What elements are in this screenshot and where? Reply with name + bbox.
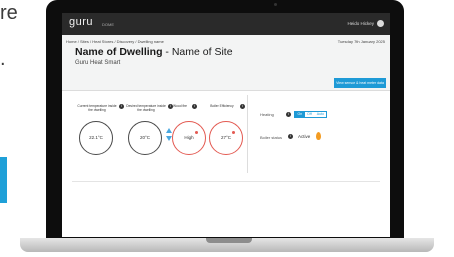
flame-icon	[316, 132, 321, 140]
boiler-efficiency-dial: 27°C	[209, 121, 243, 155]
heating-option-off[interactable]: Off	[305, 112, 315, 117]
partial-heading-punctuation: .	[0, 48, 6, 70]
wood-fire-dial: High	[172, 121, 206, 155]
boiler-status-value: Active	[298, 134, 311, 139]
info-icon[interactable]: i	[119, 104, 124, 109]
wood-fire-value: High	[184, 135, 194, 140]
info-icon[interactable]: i	[192, 104, 197, 109]
info-icon[interactable]: i	[240, 104, 245, 109]
app-logo-sub: DOME	[102, 22, 114, 27]
page-header: Home / Sites / Heat Stores / Discovery /…	[62, 35, 390, 91]
dial-label-current-temp: Current temperature inside the dwelling	[77, 104, 117, 112]
current-temperature-dial: 22.1°C	[79, 121, 113, 155]
dial-label-boiler-efficiency: Boiler Efficiency	[210, 104, 234, 108]
laptop-notch	[206, 238, 252, 243]
partial-heading-text: re	[0, 2, 18, 24]
section-divider	[72, 181, 380, 182]
desired-temperature-dial: 20°C	[128, 121, 162, 155]
site-name: - Name of Site	[162, 46, 233, 58]
dashboard-content: Current temperature inside the dwelling …	[62, 91, 390, 237]
current-temperature-value: 22.1°C	[89, 135, 103, 140]
app-logo[interactable]: guru	[69, 16, 93, 28]
user-icon[interactable]	[377, 20, 384, 27]
heating-option-auto[interactable]: Auto	[314, 112, 326, 117]
boiler-efficiency-value: 27°C	[220, 135, 232, 140]
heating-label: Heating	[260, 112, 274, 117]
app-screen: guru DOME Heido Hickey Home / Sites / He…	[62, 13, 390, 237]
dial-label-wood-fire: Wood fire	[172, 104, 188, 108]
heating-option-on[interactable]: On	[295, 112, 305, 117]
panel-divider	[247, 95, 248, 173]
alert-dot	[232, 131, 235, 134]
info-icon[interactable]: i	[288, 134, 293, 139]
alert-dot	[195, 131, 198, 134]
app-header: guru DOME Heido Hickey	[62, 13, 390, 35]
view-sensor-data-button[interactable]: View sensor & heat meter data	[334, 78, 386, 88]
arrow-up-icon[interactable]	[166, 128, 172, 133]
accent-bar	[0, 157, 7, 203]
boiler-status-label: Boiler status	[260, 135, 283, 140]
dial-label-desired-temp: Desired temperature inside the dwelling	[126, 104, 166, 112]
page-title: Name of Dwelling - Name of Site	[75, 46, 233, 58]
page-subtitle: Guru Heat Smart	[75, 60, 121, 66]
camera-icon	[274, 3, 277, 6]
dwelling-name: Name of Dwelling	[75, 46, 163, 58]
desired-temperature-value: 20°C	[139, 135, 151, 140]
heating-toggle: On Off Auto	[294, 111, 328, 118]
current-date: Tuesday 7th January 2025	[337, 39, 385, 44]
info-icon[interactable]: i	[286, 112, 291, 117]
user-name[interactable]: Heido Hickey	[347, 21, 374, 26]
breadcrumb[interactable]: Home / Sites / Heat Stores / Discovery /…	[66, 39, 164, 44]
